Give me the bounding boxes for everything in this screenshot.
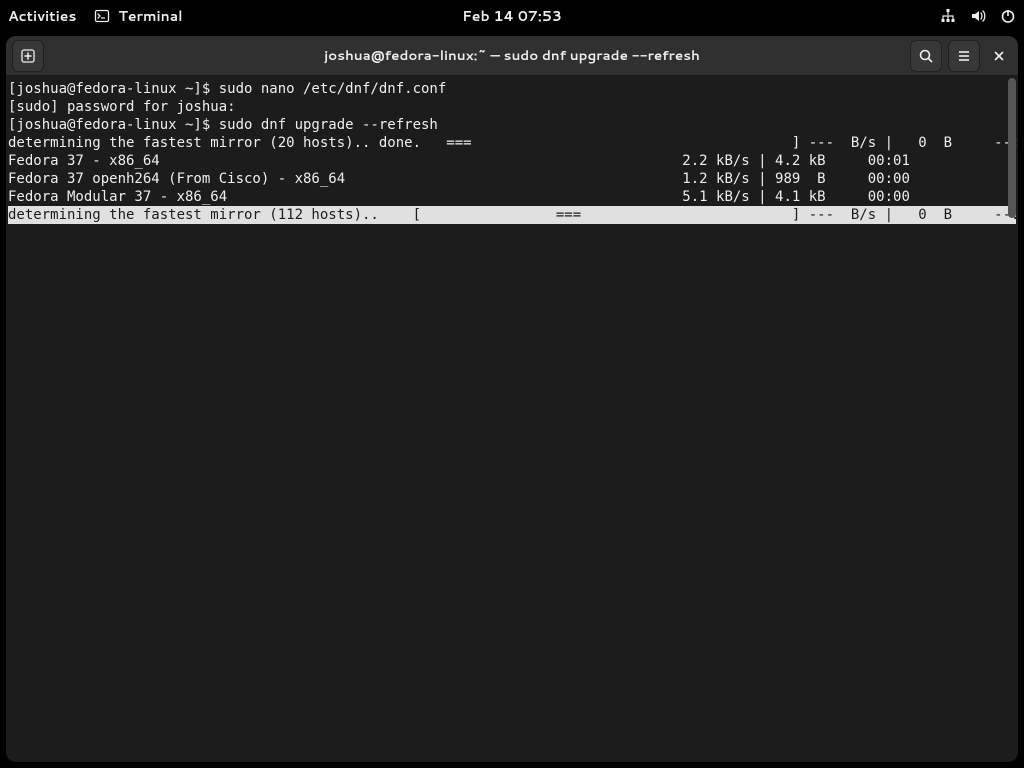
- scrollbar-thumb[interactable]: [1008, 78, 1016, 218]
- terminal-window: joshua@fedora-linux:~ — sudo dnf upgrade…: [6, 36, 1018, 762]
- search-button[interactable]: [910, 40, 942, 72]
- terminal-line: determining the fastest mirror (20 hosts…: [8, 135, 1018, 151]
- hamburger-menu-button[interactable]: [948, 40, 980, 72]
- topbar-app-label: Terminal: [118, 6, 182, 26]
- terminal-icon: [94, 8, 110, 24]
- topbar-clock[interactable]: Feb 14 07:53: [462, 6, 562, 26]
- terminal-line: Fedora Modular 37 - x86_64 5.1 kB/s | 4.…: [8, 189, 944, 205]
- terminal-line: Fedora 37 - x86_64 2.2 kB/s | 4.2 kB 00:…: [8, 153, 944, 169]
- hamburger-icon: [956, 48, 972, 64]
- terminal-line: [joshua@fedora-linux ~]$ sudo nano /etc/…: [8, 81, 446, 97]
- terminal-line-active: determining the fastest mirror (112 host…: [8, 206, 1016, 224]
- search-icon: [918, 48, 934, 64]
- window-headerbar: joshua@fedora-linux:~ — sudo dnf upgrade…: [6, 36, 1018, 76]
- gnome-topbar: Activities Terminal Feb 14 07:53: [0, 0, 1024, 32]
- terminal-scrollbar[interactable]: [1006, 76, 1018, 762]
- topbar-app-menu[interactable]: Terminal: [94, 6, 182, 26]
- power-icon[interactable]: [1000, 8, 1016, 24]
- plus-icon: [20, 48, 36, 64]
- terminal-content[interactable]: [joshua@fedora-linux ~]$ sudo nano /etc/…: [6, 76, 1018, 762]
- network-icon[interactable]: [940, 8, 956, 24]
- terminal-line: Fedora 37 openh264 (From Cisco) - x86_64…: [8, 171, 944, 187]
- volume-icon[interactable]: [970, 8, 986, 24]
- terminal-line: [sudo] password for joshua:: [8, 99, 244, 115]
- terminal-line: [joshua@fedora-linux ~]$ sudo dnf upgrad…: [8, 117, 438, 133]
- window-title: joshua@fedora-linux:~ — sudo dnf upgrade…: [324, 46, 700, 65]
- close-button[interactable]: [986, 43, 1012, 69]
- close-icon: [992, 49, 1006, 63]
- activities-button[interactable]: Activities: [8, 6, 76, 26]
- new-tab-button[interactable]: [12, 40, 44, 72]
